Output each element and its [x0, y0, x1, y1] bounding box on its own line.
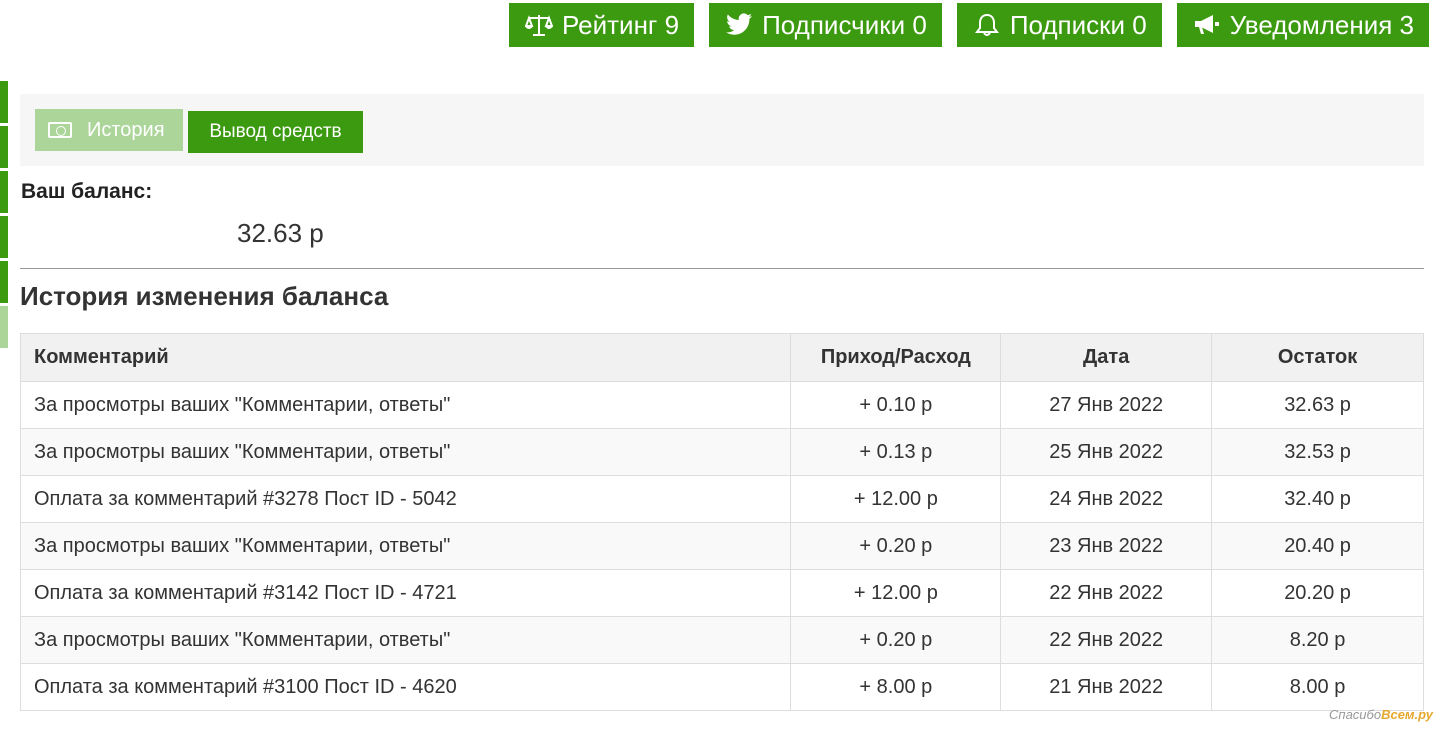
- watermark-brand: Всем.ру: [1381, 707, 1433, 722]
- table-row: Оплата за комментарий #3100 Пост ID - 46…: [19, 663, 1424, 711]
- column-header-balance: Остаток: [1211, 333, 1424, 382]
- tab-withdraw[interactable]: Вывод средств: [188, 111, 363, 153]
- column-header-amount: Приход/Расход: [790, 333, 1002, 382]
- balance-label: Ваш баланс:: [21, 180, 153, 203]
- cell-amount: + 12.00 р: [790, 475, 1002, 523]
- column-header-date: Дата: [1000, 333, 1213, 382]
- side-menu-marker[interactable]: [0, 171, 8, 213]
- cell-balance: 32.63 р: [1211, 381, 1424, 429]
- followers-label: Подписчики 0: [762, 9, 927, 40]
- balance-history-table: Комментарий Приход/Расход Дата Остаток З…: [19, 333, 1424, 711]
- notifications-button[interactable]: Уведомления 3: [1176, 3, 1429, 47]
- cell-balance: 20.40 р: [1211, 522, 1424, 570]
- table-row: Оплата за комментарий #3278 Пост ID - 50…: [19, 475, 1424, 523]
- cell-comment: Оплата за комментарий #3142 Пост ID - 47…: [19, 569, 792, 617]
- tab-history[interactable]: История: [35, 109, 183, 151]
- table-row: За просмотры ваших "Комментарии, ответы"…: [19, 381, 1424, 429]
- followers-button[interactable]: Подписчики 0: [709, 3, 942, 47]
- megaphone-icon: [1192, 12, 1222, 38]
- cash-icon: [48, 122, 72, 138]
- table-header-row: Комментарий Приход/Расход Дата Остаток: [19, 333, 1424, 382]
- cell-date: 24 Янв 2022: [1000, 475, 1213, 523]
- cell-date: 22 Янв 2022: [1000, 569, 1213, 617]
- cell-comment: За просмотры ваших "Комментарии, ответы": [19, 381, 792, 429]
- table-row: Оплата за комментарий #3142 Пост ID - 47…: [19, 569, 1424, 617]
- cell-amount: + 0.10 р: [790, 381, 1002, 429]
- side-menu-marker[interactable]: [0, 126, 8, 168]
- rating-label: Рейтинг 9: [561, 9, 680, 40]
- cell-date: 27 Янв 2022: [1000, 381, 1213, 429]
- site-watermark: СпасибоВсем.ру: [1329, 707, 1433, 722]
- rating-button[interactable]: Рейтинг 9: [508, 3, 695, 47]
- side-menu-marker[interactable]: [0, 81, 8, 123]
- scales-icon: [524, 12, 554, 38]
- column-header-comment: Комментарий: [19, 333, 792, 382]
- bell-icon: [972, 12, 1002, 38]
- balance-value: 32.63 р: [237, 218, 324, 248]
- cell-comment: За просмотры ваших "Комментарии, ответы": [19, 428, 792, 476]
- cell-comment: Оплата за комментарий #3100 Пост ID - 46…: [19, 663, 792, 711]
- cell-comment: Оплата за комментарий #3278 Пост ID - 50…: [19, 475, 792, 523]
- cell-amount: + 8.00 р: [790, 663, 1002, 711]
- tab-history-label: История: [87, 118, 165, 141]
- cell-amount: + 0.20 р: [790, 522, 1002, 570]
- cell-balance: 32.53 р: [1211, 428, 1424, 476]
- cell-amount: + 12.00 р: [790, 569, 1002, 617]
- side-menu-marker[interactable]: [0, 216, 8, 258]
- subscriptions-label: Подписки 0: [1009, 9, 1147, 40]
- side-menu-marker-active[interactable]: [0, 306, 8, 348]
- subscriptions-button[interactable]: Подписки 0: [956, 3, 1162, 47]
- cell-balance: 8.20 р: [1211, 616, 1424, 664]
- notifications-label: Уведомления 3: [1229, 9, 1414, 40]
- cell-balance: 8.00 р: [1211, 663, 1424, 711]
- table-row: За просмотры ваших "Комментарии, ответы"…: [19, 616, 1424, 664]
- watermark-prefix: Спасибо: [1329, 707, 1382, 722]
- top-navigation: Рейтинг 9 Подписчики 0 Подписки 0 Уведом…: [508, 3, 1429, 47]
- cell-comment: За просмотры ваших "Комментарии, ответы": [19, 616, 792, 664]
- cell-balance: 32.40 р: [1211, 475, 1424, 523]
- balance-tabs-panel: История Вывод средств: [20, 94, 1424, 166]
- cell-balance: 20.20 р: [1211, 569, 1424, 617]
- tab-withdraw-label: Вывод средств: [209, 121, 342, 142]
- cell-date: 25 Янв 2022: [1000, 428, 1213, 476]
- side-menu-marker[interactable]: [0, 261, 8, 303]
- table-row: За просмотры ваших "Комментарии, ответы"…: [19, 428, 1424, 476]
- cell-date: 23 Янв 2022: [1000, 522, 1213, 570]
- history-title: История изменения баланса: [20, 281, 389, 311]
- divider: [20, 268, 1424, 269]
- twitter-icon: [724, 12, 754, 38]
- cell-comment: За просмотры ваших "Комментарии, ответы": [19, 522, 792, 570]
- table-row: За просмотры ваших "Комментарии, ответы"…: [19, 522, 1424, 570]
- cell-date: 21 Янв 2022: [1000, 663, 1213, 711]
- cell-amount: + 0.20 р: [790, 616, 1002, 664]
- cell-amount: + 0.13 р: [790, 428, 1002, 476]
- cell-date: 22 Янв 2022: [1000, 616, 1213, 664]
